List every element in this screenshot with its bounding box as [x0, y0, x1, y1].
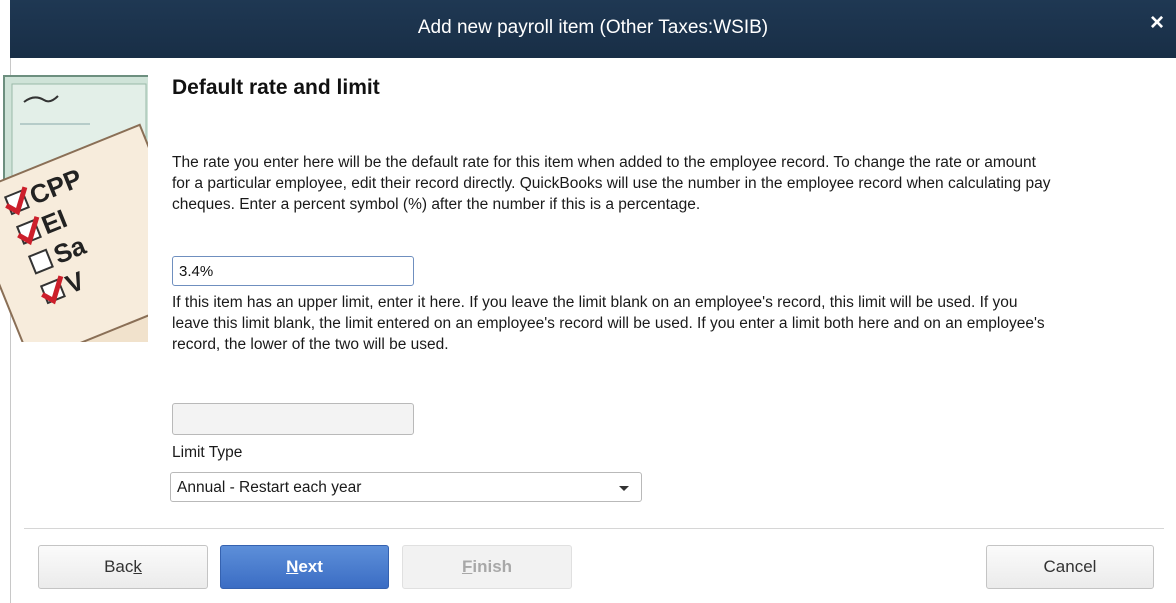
- rate-input[interactable]: [172, 256, 414, 286]
- next-mnemonic: N: [286, 557, 299, 576]
- limit-input[interactable]: [172, 403, 414, 435]
- payroll-checklist-illustration: CPP EI Sa V: [0, 75, 148, 342]
- title-bar: Add new payroll item (Other Taxes:WSIB) …: [10, 0, 1176, 58]
- page-heading: Default rate and limit: [172, 76, 380, 99]
- rate-description: The rate you enter here will be the defa…: [172, 154, 1051, 213]
- chevron-down-icon[interactable]: [619, 486, 629, 491]
- finish-label: inish: [472, 557, 513, 576]
- finish-button: Finish: [402, 545, 572, 589]
- window-title: Add new payroll item (Other Taxes:WSIB): [417, 17, 769, 38]
- cancel-button[interactable]: Cancel: [986, 545, 1154, 589]
- back-button[interactable]: Back: [38, 545, 208, 589]
- close-icon[interactable]: ×: [1146, 11, 1168, 35]
- finish-mnemonic: F: [461, 557, 473, 576]
- limit-description: If this item has an upper limit, enter i…: [172, 294, 1045, 353]
- limit-type-select[interactable]: Annual - Restart each year: [170, 472, 642, 502]
- back-mnemonic: k: [133, 557, 142, 576]
- next-label: ext: [298, 557, 323, 576]
- divider: [24, 528, 1164, 529]
- back-label: Bac: [104, 557, 134, 576]
- next-button[interactable]: Next: [220, 545, 389, 589]
- limit-type-value: Annual - Restart each year: [177, 479, 362, 496]
- limit-type-label: Limit Type: [172, 444, 243, 461]
